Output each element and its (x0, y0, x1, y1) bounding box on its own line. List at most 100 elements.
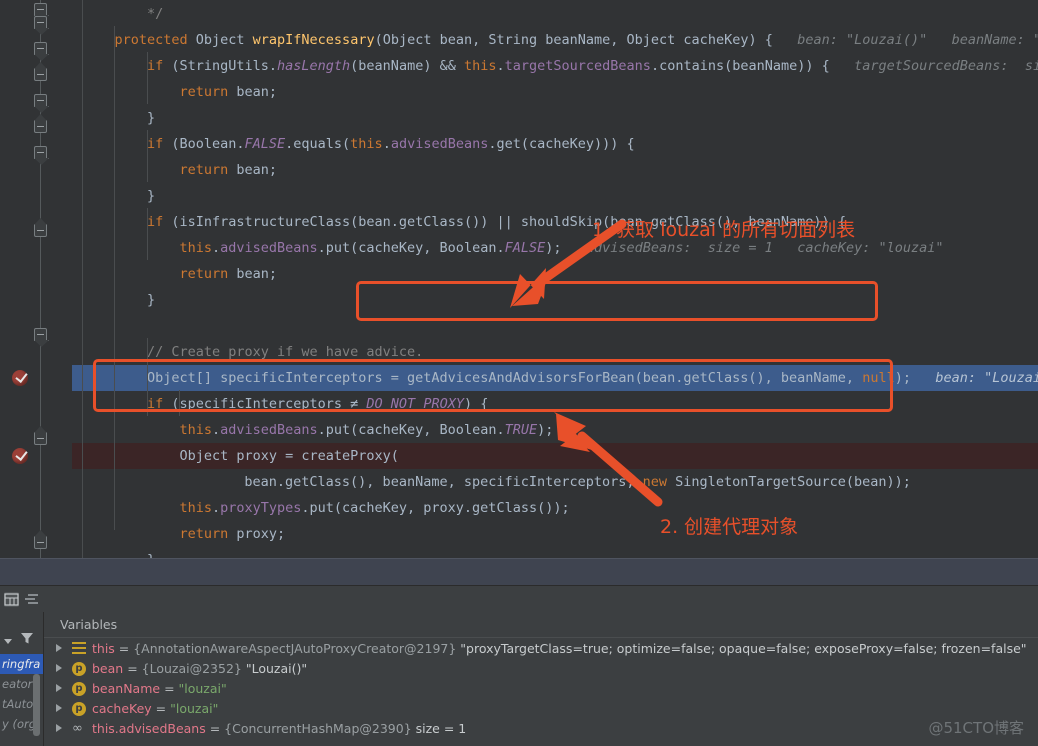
code-line[interactable]: if (isInfrastructureClass(bean.getClass(… (72, 209, 1038, 235)
code-token: */ (146, 6, 164, 22)
code-line[interactable]: Object[] specificInterceptors = getAdvic… (72, 365, 1038, 391)
code-fold-icon[interactable] (34, 146, 49, 165)
code-token: bean: (772, 32, 846, 48)
code-token: return (179, 266, 229, 282)
code-token: return (179, 162, 229, 178)
code-token: // Create proxy if we have advice. (146, 344, 424, 360)
code-token: .get(cacheKey))) { (488, 136, 635, 152)
code-fold-icon[interactable] (34, 218, 47, 237)
frames-scrollbar[interactable] (33, 674, 40, 736)
code-line[interactable]: Object proxy = createProxy( (72, 443, 1038, 469)
code-fold-icon[interactable] (34, 328, 49, 347)
code-token: advisedBeans: size = 1 (561, 240, 773, 256)
code-token: advisedBeans (390, 136, 489, 152)
code-token: FALSE (504, 240, 546, 256)
code-fold-icon[interactable] (34, 530, 47, 549)
code-line[interactable]: } (72, 105, 1038, 131)
code-token: . (211, 500, 221, 516)
code-fold-icon[interactable] (34, 42, 49, 61)
variable-row[interactable]: ∞ this.advisedBeans = {ConcurrentHashMap@… (44, 719, 1038, 739)
code-token: (specificInterceptors ≠ (163, 396, 367, 412)
expand-caret-icon[interactable] (56, 704, 62, 712)
code-token: wrapIfNecessary (252, 32, 375, 48)
indent-guide (146, 338, 148, 416)
debugger-toolbar[interactable] (0, 585, 1038, 613)
frames-pane[interactable]: ringfra eator tAuto y (org (0, 612, 44, 746)
code-fold-icon[interactable] (34, 62, 47, 81)
code-token: hasLength (277, 58, 351, 74)
code-line[interactable]: this.advisedBeans.put(cacheKey, Boolean.… (72, 417, 1038, 443)
editor-gutter[interactable] (0, 0, 72, 558)
code-token: "Louzai()" (984, 370, 1038, 386)
code-line[interactable] (72, 313, 1038, 339)
code-fold-icon[interactable] (34, 16, 49, 35)
expand-caret-icon[interactable] (56, 664, 62, 672)
code-line[interactable]: } (72, 547, 1038, 558)
code-line[interactable]: if (specificInterceptors ≠ DO_NOT_PROXY)… (72, 391, 1038, 417)
filter-funnel-icon[interactable] (20, 630, 34, 649)
code-line[interactable]: this.advisedBeans.put(cacheKey, Boolean.… (72, 235, 1038, 261)
code-token: null (862, 370, 895, 386)
variable-row[interactable]: p beanName = "louzai" (44, 679, 1038, 699)
editor-debug-divider[interactable] (0, 558, 1038, 586)
code-line[interactable]: bean.getClass(), beanName, specificInter… (72, 469, 1038, 495)
variable-row[interactable]: p bean = {Louzai@2352} "Louzai()" (44, 659, 1038, 679)
code-token: DO_NOT_PROXY (366, 396, 464, 412)
indent-guide (82, 0, 83, 558)
indent-guide (179, 390, 181, 416)
code-line[interactable]: return proxy; (72, 521, 1038, 547)
code-token: bean; (228, 266, 277, 282)
indent-guide (146, 208, 148, 260)
parameter-icon: p (72, 662, 86, 676)
code-line[interactable]: this.proxyTypes.put(cacheKey, proxy.getC… (72, 495, 1038, 521)
variables-header: Variables (44, 612, 1038, 638)
code-token: this (463, 58, 497, 74)
variables-view-icon[interactable] (4, 592, 19, 607)
frames-view-icon[interactable] (24, 592, 39, 607)
frames-toolbar[interactable] (0, 626, 43, 654)
code-fold-icon[interactable] (34, 114, 47, 133)
variables-pane[interactable]: Variables this = {AnnotationAwareAspectJ… (44, 612, 1038, 746)
code-token: "Louzai()" (846, 32, 928, 48)
indent-guide (146, 130, 148, 182)
code-fold-icon[interactable] (34, 426, 47, 445)
code-token: if (146, 136, 164, 152)
code-line[interactable]: if (Boolean.FALSE.equals(this.advisedBea… (72, 131, 1038, 157)
code-line[interactable]: } (72, 287, 1038, 313)
code-token: } (146, 188, 156, 204)
code-line[interactable]: return bean; (72, 261, 1038, 287)
code-token: .put(cacheKey, proxy.getClass()); (301, 500, 570, 516)
breakpoint-icon[interactable] (12, 448, 28, 464)
code-token: .equals( (285, 136, 351, 152)
code-area[interactable]: */ protected Object wrapIfNecessary(Objec… (72, 0, 1038, 558)
variable-row[interactable]: p cacheKey = "louzai" (44, 699, 1038, 719)
code-token: new (642, 474, 668, 490)
code-line[interactable]: if (StringUtils.hasLength(beanName) && t… (72, 53, 1038, 79)
code-editor[interactable]: */ protected Object wrapIfNecessary(Objec… (0, 0, 1038, 558)
code-token: bean; (228, 162, 277, 178)
code-token: . (382, 136, 391, 152)
code-token: advisedBeans (220, 422, 318, 438)
code-line[interactable]: protected Object wrapIfNecessary(Object … (72, 27, 1038, 53)
code-line[interactable]: } (72, 183, 1038, 209)
code-fold-icon[interactable] (34, 3, 49, 22)
frame-item[interactable]: ringfra (0, 654, 43, 674)
expand-caret-icon[interactable] (56, 724, 62, 732)
code-token: . (211, 422, 221, 438)
code-fold-icon[interactable] (34, 94, 49, 113)
code-line[interactable]: */ (72, 1, 1038, 27)
code-token: TRUE (504, 422, 538, 438)
code-token: return (179, 84, 229, 100)
code-line[interactable]: return bean; (72, 157, 1038, 183)
code-token: (Boolean. (163, 136, 245, 152)
breakpoint-icon[interactable] (12, 370, 28, 386)
thread-select-chevron-icon[interactable] (2, 632, 14, 651)
expand-caret-icon[interactable] (56, 684, 62, 692)
code-line[interactable]: // Create proxy if we have advice. (72, 339, 1038, 365)
variable-row[interactable]: this = {AnnotationAwareAspectJAutoProxyC… (44, 639, 1038, 659)
code-token: if (146, 396, 164, 412)
code-line[interactable]: return bean; (72, 79, 1038, 105)
code-token: bean.getClass(), beanName, specificInter… (244, 474, 643, 490)
code-token: proxyTypes (220, 500, 302, 516)
expand-caret-icon[interactable] (56, 644, 62, 652)
